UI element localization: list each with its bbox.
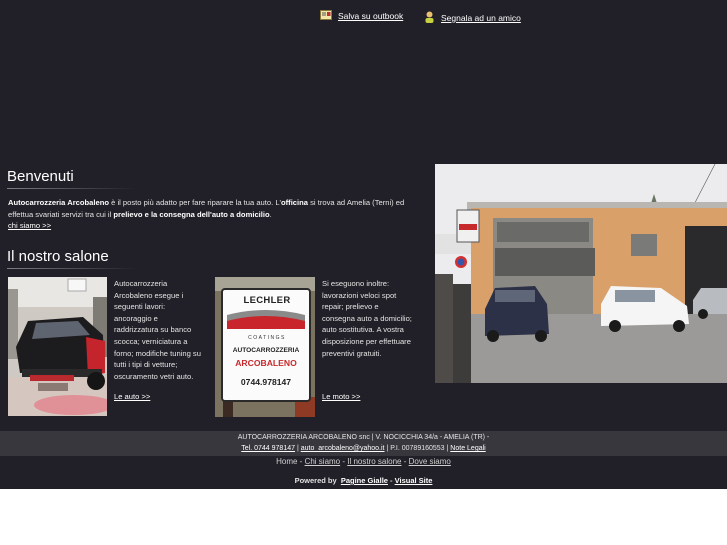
visual-site-link[interactable]: Visual Site: [395, 476, 433, 485]
le-moto-link[interactable]: Le moto >>: [322, 392, 360, 401]
welcome-text-a: è il posto più adatto per fare riparare …: [109, 198, 281, 207]
car-repair-photo[interactable]: [8, 277, 107, 416]
footer-contacts-line: Tel. 0744 978147 | auto_arcobaleno@yahoo…: [0, 443, 727, 454]
sign-brand: LECHLER: [243, 295, 291, 306]
welcome-brand: Autocarrozzeria Arcobaleno: [8, 198, 109, 207]
nav-sep-3: -: [401, 457, 409, 466]
sign-line1: AUTOCARROZZERIA: [232, 347, 300, 354]
nav-chi-siamo[interactable]: Chi siamo: [305, 457, 341, 466]
footer-contact: AUTOCARROZZERIA ARCOBALENO snc | V. NOCI…: [0, 431, 727, 456]
powered-sep: -: [387, 476, 395, 485]
footer-company: AUTOCARROZZERIA ARCOBALENO snc | V. NOCI…: [237, 434, 490, 441]
sign-line2: ARCOBALENO: [235, 358, 297, 368]
pagine-gialle-link[interactable]: Pagine Gialle: [341, 476, 388, 485]
welcome-bold-tail: prelievo e la consegna dell'auto a domic…: [113, 209, 270, 219]
footer-piva: | P.I. 00789160553 |: [384, 445, 451, 452]
friend-icon: [424, 11, 435, 25]
auto-services-text: Autocarrozzeria Arcobaleno esegue i segu…: [114, 279, 201, 381]
footer-tel-link[interactable]: Tel. 0744 978147: [241, 445, 295, 452]
nav-dove-siamo[interactable]: Dove siamo: [409, 457, 451, 466]
welcome-text-c: .: [269, 209, 272, 219]
salone-heading: Il nostro salone: [7, 248, 109, 265]
welcome-divider: [7, 188, 135, 189]
outlook-icon: [320, 10, 332, 22]
nav-salone[interactable]: Il nostro salone: [347, 457, 401, 466]
sign-phone: 0744.978147: [240, 377, 292, 387]
save-outlook-link[interactable]: Salva su outbook: [320, 10, 403, 22]
le-auto-link[interactable]: Le auto >>: [114, 392, 150, 401]
chi-siamo-link[interactable]: chi siamo >>: [8, 221, 51, 230]
powered-by: Powered by Pagine Gialle - Visual Site: [0, 476, 727, 485]
workshop-photo: [435, 164, 727, 383]
page: Salva su outbook Segnala ad un amico Ben…: [0, 0, 727, 545]
welcome-text: Autocarrozzeria Arcobaleno è il posto pi…: [8, 197, 413, 220]
welcome-heading: Benvenuti: [7, 168, 74, 185]
recommend-friend-link[interactable]: Segnala ad un amico: [424, 11, 521, 25]
footer-legal-link[interactable]: Note Legali: [450, 445, 485, 452]
footer-nav: Home - Chi siamo - Il nostro salone - Do…: [0, 456, 727, 471]
moto-services-text: Si eseguono inoltre: lavorazioni veloci …: [322, 279, 412, 358]
welcome-officina: officina: [281, 198, 309, 207]
nav-home[interactable]: Home: [276, 457, 297, 466]
nav-sep-1: -: [297, 457, 305, 466]
powered-label: Powered by: [294, 476, 337, 485]
save-outlook-label: Salva su outbook: [338, 11, 404, 21]
recommend-friend-label: Segnala ad un amico: [441, 13, 521, 23]
sign-photo[interactable]: LECHLER COATINGS AUTOCARROZZERIA ARCOBAL…: [215, 277, 315, 417]
footer-email-link[interactable]: auto_arcobaleno@yahoo.it: [301, 445, 385, 452]
salone-divider: [7, 268, 137, 269]
sign-sub: COATINGS: [248, 335, 286, 341]
